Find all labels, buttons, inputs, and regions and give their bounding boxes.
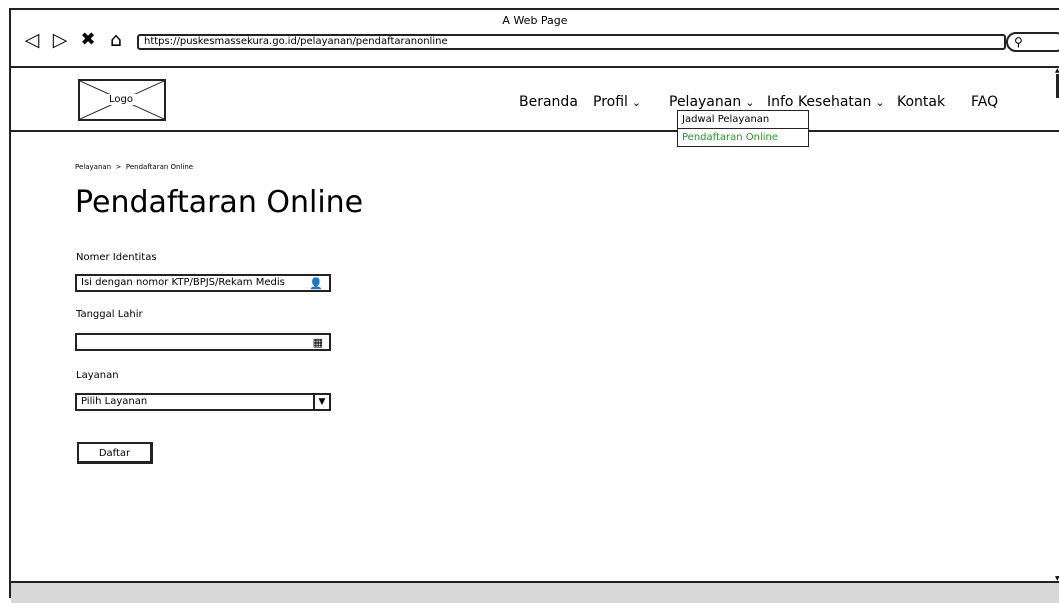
id-field[interactable]: Isi dengan nomor KTP/BPJS/Rekam Medis 👤 [75, 274, 331, 292]
search-button[interactable]: ⚲ [1006, 32, 1059, 52]
back-icon[interactable]: ◁ [21, 30, 43, 50]
window-title: A Web Page [502, 14, 568, 27]
id-field-placeholder: Isi dengan nomor KTP/BPJS/Rekam Medis [81, 277, 285, 288]
close-icon[interactable]: ✖ [77, 30, 99, 50]
browser-divider [11, 66, 1059, 68]
calendar-icon[interactable]: ▦ [313, 336, 323, 350]
user-icon: 👤 [309, 277, 323, 290]
service-select[interactable]: Pilih Layanan ▼ [75, 393, 331, 411]
forward-icon[interactable]: ▷ [49, 30, 71, 50]
chevron-down-icon[interactable]: ▼ [313, 395, 329, 409]
id-label: Nomer Identitas [76, 252, 157, 263]
menu-item-kontak[interactable]: Kontak [897, 94, 945, 110]
pelayanan-dropdown: Jadwal Pelayanan Pendaftaran Online [677, 110, 809, 147]
logo[interactable]: Logo [78, 79, 166, 121]
service-label: Layanan [76, 370, 119, 381]
url-bar[interactable]: https://puskesmassekura.go.id/pelayanan/… [137, 34, 1006, 50]
breadcrumb: Pelayanan > Pendaftaran Online [75, 163, 194, 171]
menu-item-beranda[interactable]: Beranda [519, 94, 578, 110]
page-title: Pendaftaran Online [75, 185, 364, 220]
home-icon[interactable]: ⌂ [105, 30, 127, 50]
dob-label: Tanggal Lahir [76, 309, 143, 320]
menu-item-profil[interactable]: Profil ⌄ [593, 94, 641, 110]
status-bar [11, 583, 1059, 603]
menu-item-info-kesehatan[interactable]: Info Kesehatan ⌄ [767, 94, 885, 110]
daftar-button[interactable]: Daftar [77, 442, 153, 464]
chevron-down-icon: ⌄ [745, 96, 755, 109]
service-selected-value: Pilih Layanan [81, 396, 148, 407]
search-icon: ⚲ [1014, 35, 1023, 49]
dropdown-item-pendaftaran[interactable]: Pendaftaran Online [678, 129, 808, 146]
dropdown-item-jadwal[interactable]: Jadwal Pelayanan [678, 111, 808, 129]
browser-window: A Web Page ◁ ▷ ✖ ⌂ https://puskesmasseku… [9, 8, 1059, 603]
browser-nav: ◁ ▷ ✖ ⌂ [21, 30, 127, 51]
menu-item-pelayanan[interactable]: Pelayanan ⌄ [669, 94, 754, 110]
dob-field[interactable]: ▦ [75, 333, 331, 351]
menu-item-faq[interactable]: FAQ [971, 94, 998, 110]
logo-text: Logo [106, 94, 136, 105]
chevron-down-icon: ⌄ [631, 96, 642, 109]
header-divider [11, 130, 1059, 132]
chevron-down-icon: ⌄ [875, 96, 885, 109]
